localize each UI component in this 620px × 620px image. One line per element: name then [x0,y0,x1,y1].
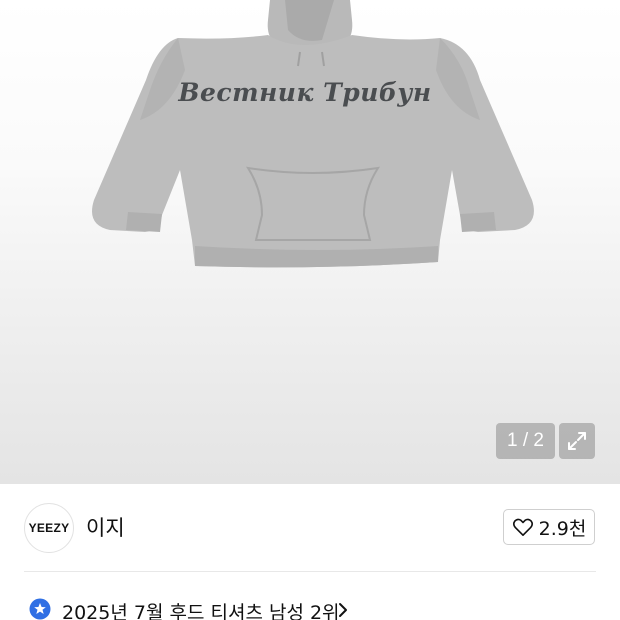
brand-row: YEEZY 이지 2.9천 [0,484,620,572]
chevron-right-icon [339,603,347,617]
star-badge-icon [29,598,51,620]
brand-name[interactable]: 이지 [86,512,125,542]
section-divider [24,571,596,572]
hoodie-product-image [92,0,534,268]
image-page-counter: 1 / 2 [496,423,555,459]
like-button[interactable]: 2.9천 [503,509,595,545]
ranking-text: 2025년 7월 후드 티셔츠 남성 2위 [62,602,340,620]
expand-arrows-icon [568,432,586,450]
like-count: 2.9천 [538,517,587,540]
product-image-gallery[interactable]: Вестник Трибун 1 / 2 [0,0,620,484]
expand-image-button[interactable] [559,423,595,459]
heart-outline-icon [512,518,533,536]
brand-logo-text: YEEZY [28,521,70,535]
ranking-row[interactable]: 2025년 7월 후드 티셔츠 남성 2위 [0,588,620,620]
hoodie-print-text: Вестник Трибун [178,78,432,107]
brand-logo[interactable]: YEEZY [24,503,74,553]
